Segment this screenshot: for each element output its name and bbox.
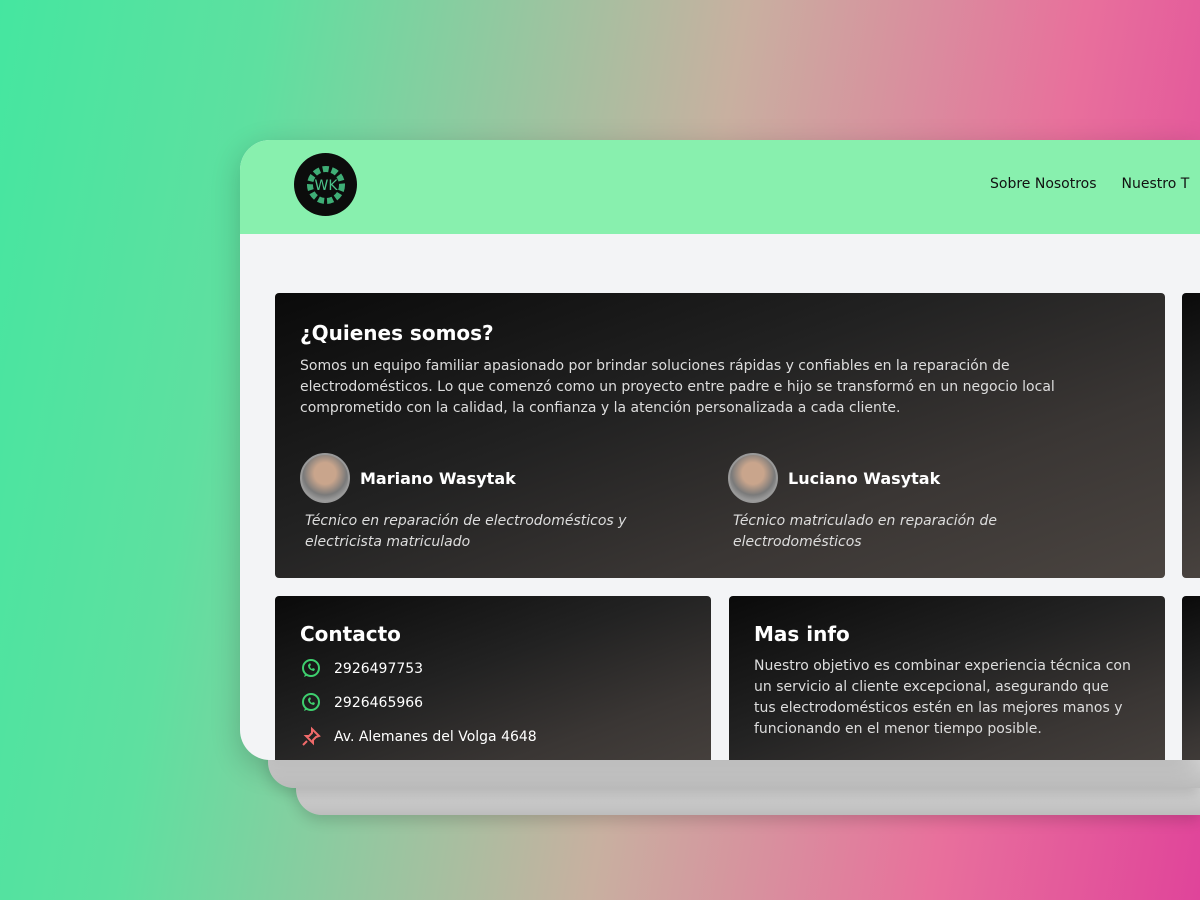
about-title: ¿Quienes somos? bbox=[300, 321, 494, 345]
info-text: Nuestro objetivo es combinar experiencia… bbox=[754, 658, 1131, 737]
contact-address[interactable]: Av. Alemanes del Volga 4648 bbox=[300, 726, 686, 748]
pin-icon bbox=[302, 726, 321, 746]
info-card: Mas info Nuestro objetivo es combinar ex… bbox=[729, 596, 1165, 760]
person-card: Luciano Wasytak bbox=[728, 453, 940, 503]
about-card: ¿Quienes somos? Somos un equipo familiar… bbox=[275, 293, 1165, 578]
nav-sobre-nosotros[interactable]: Sobre Nosotros bbox=[990, 176, 1097, 192]
phone-text: 2926497753 bbox=[334, 661, 424, 677]
contact-phone-2[interactable]: 2926465966 bbox=[300, 692, 686, 714]
site-header: WK Sobre Nosotros Nuestro T bbox=[240, 140, 1200, 234]
contact-title: Contacto bbox=[300, 622, 401, 646]
address-text: Av. Alemanes del Volga 4648 bbox=[334, 729, 537, 745]
side-card bbox=[1182, 596, 1200, 760]
about-text: Somos un equipo familiar apasionado por … bbox=[300, 358, 1055, 416]
gear-icon: WK bbox=[306, 165, 345, 204]
phone-text: 2926465966 bbox=[334, 695, 424, 711]
avatar bbox=[728, 453, 778, 503]
person-role: Técnico en reparación de electrodoméstic… bbox=[305, 513, 627, 550]
whatsapp-icon bbox=[302, 693, 320, 711]
avatar bbox=[300, 453, 350, 503]
contact-phone-1[interactable]: 2926497753 bbox=[300, 658, 686, 680]
info-title: Mas info bbox=[754, 622, 850, 646]
person-name: Luciano Wasytak bbox=[788, 468, 941, 488]
whatsapp-icon bbox=[302, 659, 320, 677]
contact-card: Contacto 2926497753 2926465966 Av. Alema… bbox=[275, 596, 711, 760]
side-card bbox=[1182, 293, 1200, 578]
logo[interactable]: WK bbox=[294, 153, 357, 216]
person-role: Técnico matriculado en reparación de ele… bbox=[733, 513, 997, 550]
nav-nuestro-trabajo[interactable]: Nuestro T bbox=[1122, 176, 1190, 192]
person-name: Mariano Wasytak bbox=[360, 468, 516, 488]
person-card: Mariano Wasytak bbox=[300, 453, 516, 503]
browser-window: WK Sobre Nosotros Nuestro T ¿Quienes som… bbox=[240, 140, 1200, 760]
svg-text:WK: WK bbox=[314, 178, 338, 194]
